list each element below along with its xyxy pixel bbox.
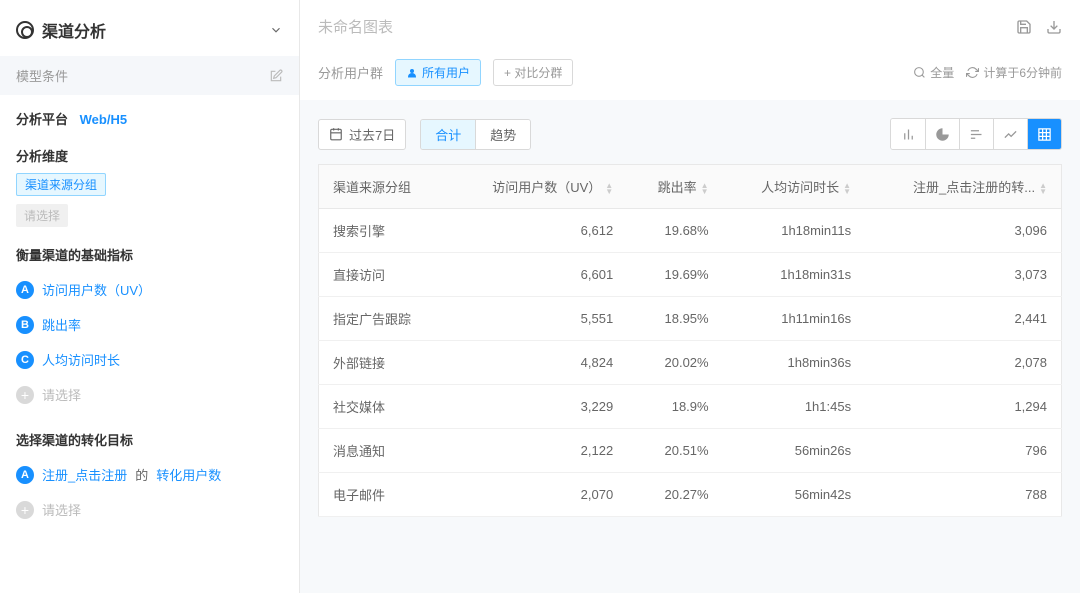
all-users-chip[interactable]: 所有用户 bbox=[395, 59, 481, 86]
tab-trend[interactable]: 趋势 bbox=[475, 120, 530, 149]
dimension-placeholder[interactable]: 请选择 bbox=[16, 204, 68, 227]
compare-chip[interactable]: + 对比分群 bbox=[493, 59, 573, 86]
col-bounce[interactable]: 跳出率▲▼ bbox=[627, 165, 722, 209]
sort-icon: ▲▼ bbox=[605, 183, 613, 195]
date-select[interactable]: 过去7日 bbox=[318, 119, 406, 150]
chart-title[interactable]: 未命名图表 bbox=[318, 16, 393, 37]
dimension-label: 分析维度 bbox=[16, 146, 283, 165]
conversion-badge: A bbox=[16, 466, 34, 484]
calc-status[interactable]: 计算于6分钟前 bbox=[966, 64, 1062, 81]
date-label: 过去7日 bbox=[349, 125, 395, 144]
metrics-label: 衡量渠道的基础指标 bbox=[16, 245, 283, 264]
model-conditions[interactable]: 模型条件 bbox=[0, 56, 299, 95]
metric-label-b: 跳出率 bbox=[42, 315, 81, 334]
table-row[interactable]: 指定广告跟踪5,55118.95%1h11min16s2,441 bbox=[319, 297, 1062, 341]
horizontal-bar-icon[interactable] bbox=[959, 119, 993, 149]
conversion-add-label: 请选择 bbox=[42, 500, 81, 519]
conversion-item[interactable]: A 注册_点击注册 的 转化用户数 bbox=[16, 457, 283, 492]
platform-value[interactable]: Web/H5 bbox=[80, 112, 127, 127]
table-row[interactable]: 消息通知2,12220.51%56min26s796 bbox=[319, 429, 1062, 473]
channel-icon bbox=[16, 21, 34, 39]
sidebar-title-text: 渠道分析 bbox=[42, 18, 106, 42]
conversion-add[interactable]: + 请选择 bbox=[16, 492, 283, 527]
col-uv[interactable]: 访问用户数（UV）▲▼ bbox=[447, 165, 627, 209]
dimension-tag[interactable]: 渠道来源分组 bbox=[16, 173, 106, 196]
data-table: 渠道来源分组 访问用户数（UV）▲▼ 跳出率▲▼ 人均访问时长▲▼ 注册_点击注… bbox=[318, 164, 1062, 517]
metric-label-c: 人均访问时长 bbox=[42, 350, 120, 369]
pie-chart-icon[interactable] bbox=[925, 119, 959, 149]
table-icon[interactable] bbox=[1027, 119, 1061, 149]
sidebar-title: 渠道分析 bbox=[16, 18, 106, 42]
conversion-label: 选择渠道的转化目标 bbox=[16, 430, 283, 449]
main: 未命名图表 分析用户群 所有用户 + 对比分群 全量 计算于6分钟前 bbox=[300, 0, 1080, 593]
metric-item-b[interactable]: B 跳出率 bbox=[16, 307, 283, 342]
platform-label: 分析平台 bbox=[16, 112, 68, 127]
conversion-of: 的 bbox=[135, 465, 148, 484]
metric-add-label: 请选择 bbox=[42, 385, 81, 404]
conversion-tag: 注册_点击注册 bbox=[42, 465, 127, 484]
full-status[interactable]: 全量 bbox=[913, 64, 954, 81]
sort-icon: ▲▼ bbox=[701, 183, 709, 195]
download-icon[interactable] bbox=[1046, 19, 1062, 35]
conversion-metric: 转化用户数 bbox=[156, 465, 221, 484]
edit-icon[interactable] bbox=[269, 69, 283, 83]
metric-badge-c: C bbox=[16, 351, 34, 369]
col-name[interactable]: 渠道来源分组 bbox=[319, 165, 448, 209]
chevron-down-icon[interactable] bbox=[269, 23, 283, 37]
table-row[interactable]: 搜索引擎6,61219.68%1h18min11s3,096 bbox=[319, 209, 1062, 253]
line-chart-icon[interactable] bbox=[993, 119, 1027, 149]
plus-icon: + bbox=[16, 386, 34, 404]
full-label: 全量 bbox=[930, 64, 954, 81]
metric-badge-b: B bbox=[16, 316, 34, 334]
metric-label-a: 访问用户数（UV） bbox=[42, 280, 151, 299]
save-icon[interactable] bbox=[1016, 19, 1032, 35]
metric-item-c[interactable]: C 人均访问时长 bbox=[16, 342, 283, 377]
calendar-icon bbox=[329, 127, 343, 141]
table-row[interactable]: 直接访问6,60119.69%1h18min31s3,073 bbox=[319, 253, 1062, 297]
table-row[interactable]: 电子邮件2,07020.27%56min42s788 bbox=[319, 473, 1062, 517]
sort-icon: ▲▼ bbox=[1039, 183, 1047, 195]
calc-label: 计算于6分钟前 bbox=[983, 64, 1062, 81]
sort-icon: ▲▼ bbox=[843, 183, 851, 195]
table-row[interactable]: 社交媒体3,22918.9%1h1:45s1,294 bbox=[319, 385, 1062, 429]
metric-badge-a: A bbox=[16, 281, 34, 299]
all-users-label: 所有用户 bbox=[422, 64, 470, 81]
bar-chart-icon[interactable] bbox=[891, 119, 925, 149]
col-duration[interactable]: 人均访问时长▲▼ bbox=[723, 165, 866, 209]
col-conv[interactable]: 注册_点击注册的转...▲▼ bbox=[865, 165, 1061, 209]
model-label: 模型条件 bbox=[16, 66, 68, 85]
tab-total[interactable]: 合计 bbox=[421, 120, 475, 149]
metric-add[interactable]: + 请选择 bbox=[16, 377, 283, 412]
plus-icon: + bbox=[16, 501, 34, 519]
search-icon bbox=[913, 66, 926, 79]
filter-group-label: 分析用户群 bbox=[318, 63, 383, 82]
metric-item-a[interactable]: A 访问用户数（UV） bbox=[16, 272, 283, 307]
sidebar: 渠道分析 模型条件 分析平台 Web/H5 分析维度 渠道来源分组 请选择 衡量… bbox=[0, 0, 300, 593]
user-icon bbox=[406, 67, 418, 79]
table-row[interactable]: 外部链接4,82420.02%1h8min36s2,078 bbox=[319, 341, 1062, 385]
refresh-icon bbox=[966, 66, 979, 79]
